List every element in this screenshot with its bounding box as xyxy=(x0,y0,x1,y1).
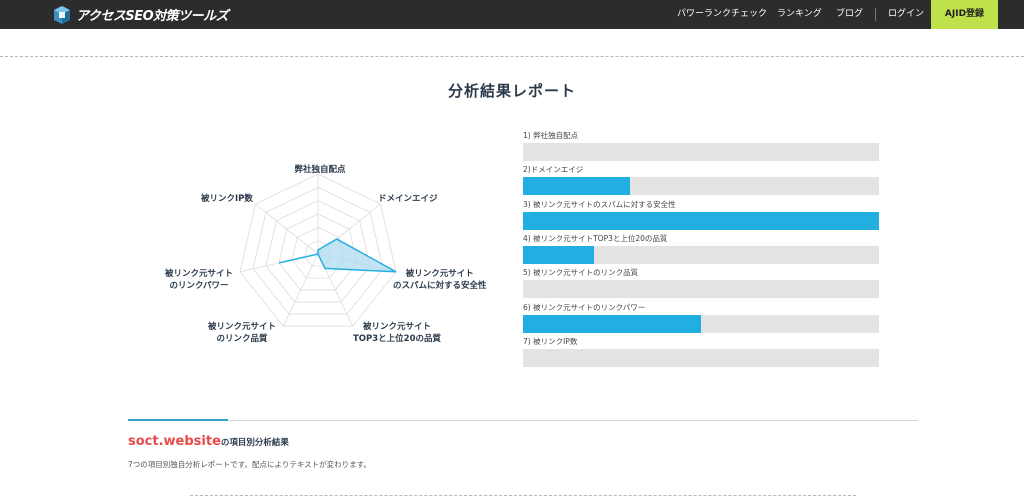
radar-label-top-quality: 被リンク元サイト TOP3と上位20の品質 xyxy=(353,322,441,344)
nav-login[interactable]: ログイン xyxy=(888,0,924,29)
radar-label-ip-count: 被リンクIP数 xyxy=(201,194,253,204)
bar-row-6: 6) 被リンク元サイトのリンクパワー xyxy=(523,302,880,333)
ajid-register-button[interactable]: AJID登録 xyxy=(931,0,998,29)
site-logo[interactable]: アクセスSEO対策ツールズ xyxy=(52,4,229,25)
bar-label: 7) 被リンクIP数 xyxy=(523,337,578,346)
bar-row-3: 3) 被リンク元サイトのスパムに対する安全性 xyxy=(523,199,880,230)
bar-track xyxy=(523,315,879,333)
bar-track xyxy=(523,280,879,298)
logo-text: アクセスSEO対策ツールズ xyxy=(76,9,229,24)
bar-row-5: 5) 被リンク元サイトのリンク品質 xyxy=(523,267,880,298)
section-divider xyxy=(128,420,918,421)
bar-row-4: 4) 被リンク元サイトTOP3と上位20の品質 xyxy=(523,233,880,264)
bar-label: 4) 被リンク元サイトTOP3と上位20の品質 xyxy=(523,234,668,243)
bar-track xyxy=(523,143,879,161)
section-title-suffix: の項目別分析結果 xyxy=(220,438,289,448)
bar-label: 1) 弊社独自配点 xyxy=(523,131,579,140)
bar-row-2: 2)ドメインエイジ xyxy=(523,164,880,195)
bottom-divider xyxy=(190,495,856,496)
bar-fill xyxy=(523,246,595,264)
top-navigation-bar: アクセスSEO対策ツールズ パワーランクチェック ランキング ブログ ログイン … xyxy=(0,0,1024,29)
radar-label-score: 弊社独自配点 xyxy=(294,165,346,175)
bar-row-1: 1) 弊社独自配点 xyxy=(523,130,880,161)
bar-track xyxy=(523,246,879,264)
radar-axis xyxy=(255,203,319,255)
section-accent-bar xyxy=(128,419,228,421)
nav-blog[interactable]: ブログ xyxy=(836,0,863,29)
radar-label-link-quality: 被リンク元サイト のリンク品質 xyxy=(208,322,277,344)
logo-cube-icon xyxy=(54,5,70,24)
bar-row-7: 7) 被リンクIP数 xyxy=(523,336,880,367)
radar-label-link-power: 被リンク元サイト のリンクパワー xyxy=(165,269,234,291)
radar-label-spam-safety: 被リンク元サイト のスパムに対する安全性 xyxy=(393,269,487,291)
bar-fill xyxy=(523,177,630,195)
top-divider xyxy=(0,56,1024,57)
bar-label: 2)ドメインエイジ xyxy=(523,165,584,174)
nav-power-rank-check[interactable]: パワーランクチェック xyxy=(677,0,767,29)
radar-data-area xyxy=(278,238,397,273)
bar-label: 5) 被リンク元サイトのリンク品質 xyxy=(523,268,639,277)
bar-fill xyxy=(523,315,701,333)
bar-label: 3) 被リンク元サイトのスパムに対する安全性 xyxy=(523,200,676,209)
bar-track xyxy=(523,349,879,367)
bar-track xyxy=(523,212,879,230)
bar-label: 6) 被リンク元サイトのリンクパワー xyxy=(523,303,646,312)
section-description: 7つの項目別独自分析レポートです。配点によりテキストが変わります。 xyxy=(128,460,371,469)
nav-divider xyxy=(875,8,876,21)
section-title: soct.websiteの項目別分析結果 xyxy=(128,434,289,449)
nav-ranking[interactable]: ランキング xyxy=(777,0,822,29)
page-title: 分析結果レポート xyxy=(447,82,576,100)
analyzed-site-name: soct.website xyxy=(128,434,221,449)
radar-label-domain-age: ドメインエイジ xyxy=(378,194,438,204)
bar-fill xyxy=(523,212,879,230)
bar-track xyxy=(523,177,879,195)
radar-chart: 弊社独自配点 ドメインエイジ 被リンク元サイト のスパムに対する安全性 被リンク元… xyxy=(160,155,520,355)
